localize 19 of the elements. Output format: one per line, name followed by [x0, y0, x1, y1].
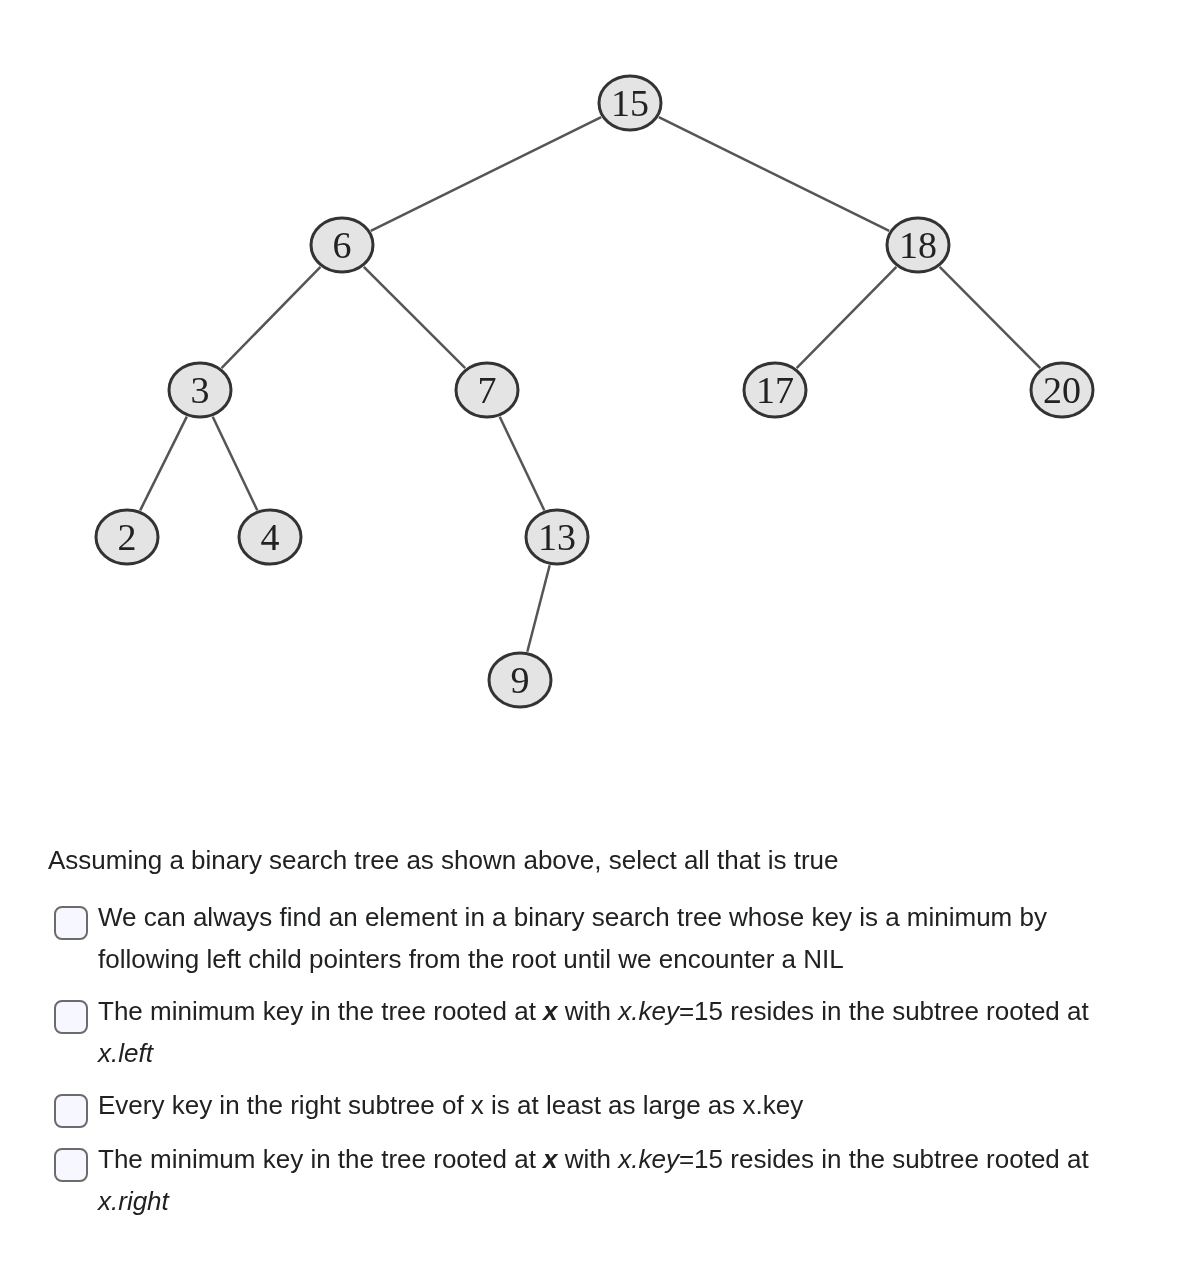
option-text: Every key in the right subtree of x is at least as large as x.key: [98, 1089, 805, 1122]
tree-node: 18: [885, 216, 951, 274]
tree-node: 4: [237, 508, 303, 566]
tree-node: 9: [487, 651, 553, 709]
tree-node: 7: [454, 361, 520, 419]
tree-node: 13: [524, 508, 590, 566]
tree-node: 17: [742, 361, 808, 419]
option-text: The minimum key in the tree rooted at x with x.key=15 resides in the subtree rooted at x.left: [98, 995, 1090, 1070]
checkbox[interactable]: [54, 1094, 88, 1128]
checkbox[interactable]: [54, 1000, 88, 1034]
tree-node: 6: [309, 216, 375, 274]
checkbox[interactable]: [54, 906, 88, 940]
checkbox[interactable]: [54, 1148, 88, 1182]
tree-node: 3: [167, 361, 233, 419]
tree-node: 20: [1029, 361, 1095, 419]
option-text: The minimum key in the tree rooted at x with x.key=15 resides in the subtree rooted at x.right: [98, 1143, 1090, 1218]
question-text: Assuming a binary search tree as shown above, select all that is true: [48, 844, 840, 877]
tree-node: 15: [597, 74, 663, 132]
tree-node: 2: [94, 508, 160, 566]
